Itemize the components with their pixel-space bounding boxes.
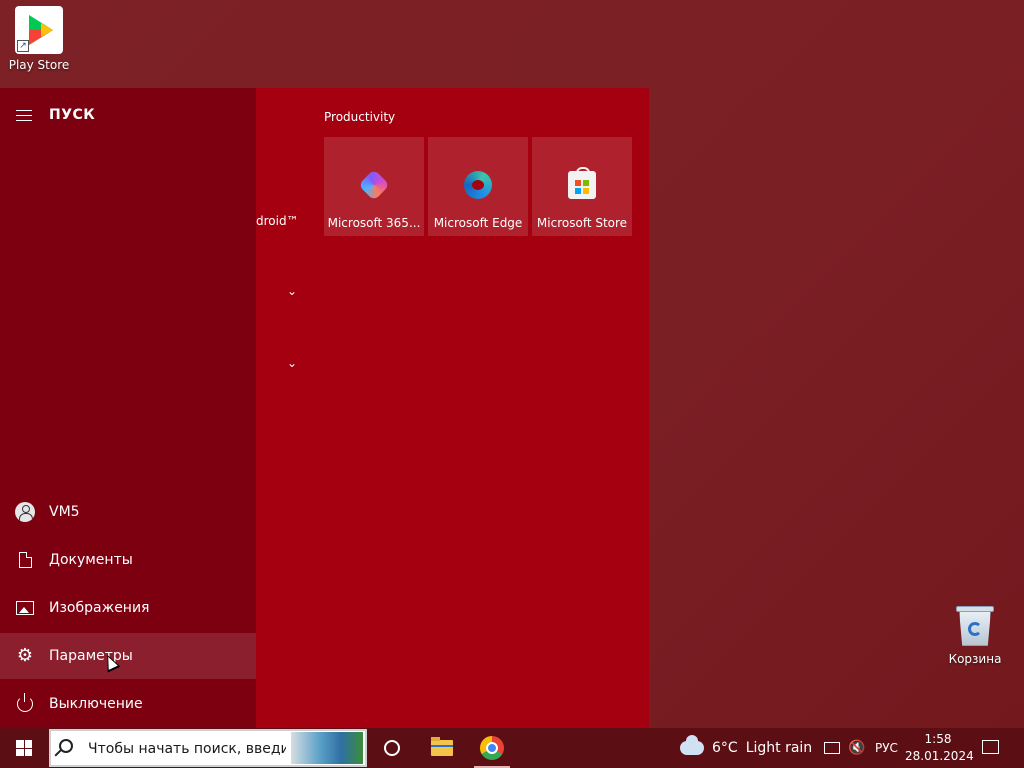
store-icon bbox=[568, 167, 596, 199]
tile-group-label: Productivity bbox=[324, 110, 396, 124]
sidebar-item-label: Изображения bbox=[49, 600, 150, 616]
recycle-bin-icon bbox=[953, 602, 997, 648]
network-icon bbox=[824, 742, 840, 754]
language-indicator[interactable]: РУС bbox=[875, 728, 898, 768]
chevron-down-icon[interactable]: ⌄ bbox=[287, 284, 297, 298]
start-menu-sidebar: ПУСК VM5 Документы Изображения ⚙ Парамет… bbox=[0, 88, 256, 728]
tile-label: Microsoft 365... bbox=[327, 216, 421, 230]
search-icon bbox=[59, 739, 73, 753]
rain-cloud-icon bbox=[680, 735, 704, 755]
power-icon bbox=[15, 693, 35, 714]
search-placeholder: Чтобы начать поиск, введи bbox=[88, 741, 286, 757]
sidebar-item-settings[interactable]: ⚙ Параметры bbox=[0, 633, 256, 679]
tile-microsoft-store[interactable]: Microsoft Store bbox=[532, 137, 632, 236]
weather-condition: Light rain bbox=[745, 740, 813, 756]
clock[interactable]: 1:58 28.01.2024 bbox=[905, 731, 974, 765]
taskbar: Чтобы начать поиск, введи 6°C Light rain… bbox=[0, 728, 1024, 768]
notification-center-icon[interactable] bbox=[982, 740, 999, 754]
app-list-item-partial[interactable]: droid™ bbox=[256, 214, 299, 228]
network-button[interactable] bbox=[824, 728, 840, 768]
edge-icon bbox=[464, 171, 492, 199]
shortcut-arrow-icon: ↗ bbox=[17, 40, 29, 52]
sidebar-item-power[interactable]: Выключение bbox=[0, 681, 256, 727]
desktop-icon-play-store[interactable]: ↗ Play Store bbox=[0, 6, 79, 72]
start-menu-tiles: Productivity Microsoft 365... Microsoft … bbox=[310, 88, 649, 728]
volume-muted-icon: 🔇 bbox=[848, 740, 866, 756]
weather-widget[interactable]: 6°C Light rain bbox=[680, 728, 812, 768]
sidebar-item-label: Документы bbox=[49, 552, 133, 568]
start-menu-app-list: droid™ ⌄ ⌄ bbox=[256, 88, 310, 728]
play-store-icon: ↗ bbox=[15, 6, 63, 54]
tile-label: Microsoft Store bbox=[536, 216, 628, 230]
start-menu-title: ПУСК bbox=[49, 107, 96, 123]
sidebar-item-documents[interactable]: Документы bbox=[0, 537, 256, 583]
language-label: РУС bbox=[875, 741, 898, 755]
chevron-down-icon[interactable]: ⌄ bbox=[287, 356, 297, 370]
desktop-icon-label: Play Store bbox=[8, 58, 70, 72]
user-avatar-icon bbox=[15, 502, 35, 522]
search-highlight-image bbox=[291, 732, 363, 764]
tile-label: Microsoft Edge bbox=[433, 216, 523, 230]
tile-microsoft-365[interactable]: Microsoft 365... bbox=[324, 137, 424, 236]
sidebar-item-pictures[interactable]: Изображения bbox=[0, 585, 256, 631]
sidebar-item-label: Выключение bbox=[49, 696, 143, 712]
folder-icon bbox=[431, 737, 453, 756]
sidebar-item-label: Параметры bbox=[49, 648, 133, 664]
chrome-button[interactable] bbox=[468, 728, 516, 768]
weather-temperature: 6°C bbox=[712, 740, 738, 756]
sidebar-item-user[interactable]: VM5 bbox=[0, 489, 256, 535]
cortana-icon bbox=[384, 740, 400, 756]
desktop-icon-label: Корзина bbox=[948, 652, 1002, 666]
volume-button[interactable]: 🔇 bbox=[848, 728, 865, 768]
cortana-button[interactable] bbox=[368, 728, 416, 768]
chrome-icon bbox=[480, 736, 504, 760]
gear-icon: ⚙ bbox=[16, 645, 34, 666]
windows-logo-icon bbox=[16, 740, 32, 756]
start-menu-header: ПУСК bbox=[0, 88, 256, 144]
search-input[interactable]: Чтобы начать поиск, введи bbox=[49, 729, 367, 767]
hamburger-menu-icon[interactable] bbox=[16, 110, 32, 122]
sidebar-item-label: VM5 bbox=[49, 504, 80, 520]
tile-microsoft-edge[interactable]: Microsoft Edge bbox=[428, 137, 528, 236]
clock-time: 1:58 bbox=[924, 732, 952, 746]
clock-date: 28.01.2024 bbox=[905, 749, 974, 763]
desktop-icon-recycle-bin[interactable]: Корзина bbox=[935, 602, 1015, 666]
start-button[interactable] bbox=[0, 728, 48, 768]
pictures-icon bbox=[15, 598, 35, 618]
document-icon bbox=[15, 550, 35, 570]
file-explorer-button[interactable] bbox=[418, 728, 466, 768]
microsoft-365-icon bbox=[358, 169, 390, 201]
